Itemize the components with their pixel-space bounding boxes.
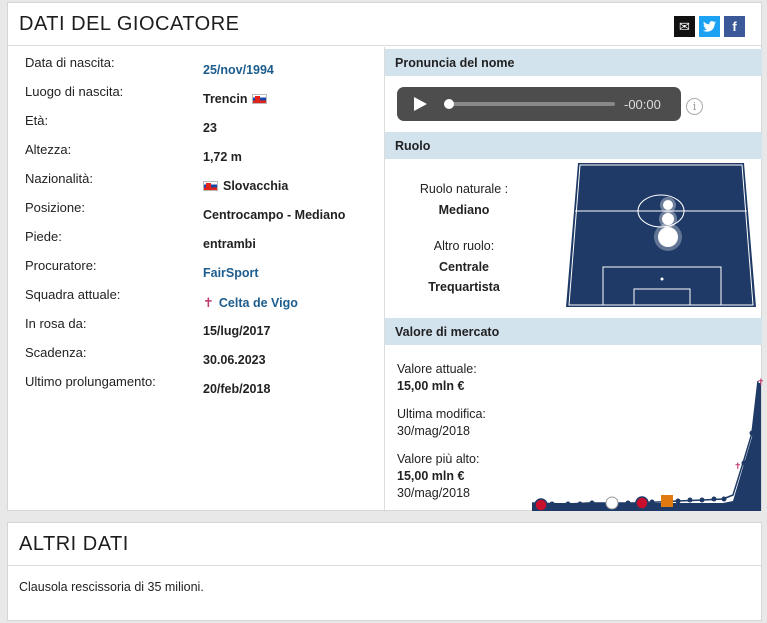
play-icon[interactable]: [414, 97, 427, 111]
audio-player: -00:00: [397, 87, 681, 121]
audio-time: -00:00: [624, 97, 661, 112]
facebook-share-icon[interactable]: f: [724, 16, 745, 37]
info-row: Squadra attuale: ✝ Celta de Vigo: [8, 279, 384, 310]
other-role-label: Altro ruolo:: [433, 239, 495, 253]
player-data-header: DATI DEL GIOCATORE ✉ f: [8, 3, 761, 46]
info-label: Ultimo prolungamento:: [25, 374, 156, 389]
market-value-area: [532, 383, 761, 511]
other-data-box: ALTRI DATI Clausola rescissoria di 35 mi…: [7, 522, 762, 621]
info-label: Squadra attuale:: [25, 287, 121, 302]
info-value: Trencin: [203, 92, 268, 106]
highest-value-date: 30/mag/2018: [397, 486, 470, 500]
info-label: Luogo di nascita:: [25, 84, 124, 99]
info-value-text: 23: [203, 121, 217, 135]
info-value[interactable]: FairSport: [203, 266, 259, 280]
info-value: 1,72 m: [203, 150, 242, 164]
email-share-icon[interactable]: ✉: [674, 16, 695, 37]
info-value-text: 30.06.2023: [203, 353, 266, 367]
info-row: Ultimo prolungamento: 20/feb/2018: [8, 366, 384, 396]
info-value: 15/lug/2017: [203, 324, 270, 338]
other-role-value-1: Centrale: [438, 260, 490, 274]
info-label: Altezza:: [25, 142, 72, 157]
other-data-title: ALTRI DATI: [19, 533, 129, 555]
info-label: Posizione:: [25, 200, 85, 215]
position-pitch-diagram: [566, 163, 756, 307]
info-row: Piede: entrambi: [8, 221, 384, 251]
info-value-text: 20/feb/2018: [203, 382, 271, 396]
audio-progress-knob[interactable]: [444, 99, 454, 109]
market-value-chart: ✝ ✝: [531, 378, 765, 511]
audio-progress-track[interactable]: [447, 102, 615, 106]
market-value-title: Valore di mercato: [395, 325, 500, 339]
market-value-line: [531, 380, 759, 505]
club-crest-icon: [661, 495, 673, 507]
info-label: Piede:: [25, 229, 62, 244]
info-row: Luogo di nascita: Trencin: [8, 76, 384, 106]
club-crest-icon: [534, 498, 548, 511]
info-label: In rosa da:: [25, 316, 87, 331]
info-row: Nazionalità: Slovacchia: [8, 163, 384, 193]
info-label: Scadenza:: [25, 345, 87, 360]
info-value-text: 15/lug/2017: [203, 324, 271, 338]
info-value: 20/feb/2018: [203, 382, 270, 396]
info-value-text: 25/nov/1994: [203, 63, 274, 77]
column-divider: [384, 47, 385, 512]
info-value-text: Slovacchia: [223, 179, 289, 193]
release-clause-text: Clausola rescissoria di 35 milioni.: [19, 580, 204, 594]
club-crest-icon: [605, 496, 619, 510]
info-value-text: Centrocampo - Mediano: [203, 208, 346, 222]
celta-crest-icon: ✝: [734, 462, 742, 472]
celta-crest-icon: ✝: [757, 378, 765, 388]
penalty-spot: [660, 277, 664, 281]
natural-role-value: Mediano: [438, 203, 490, 217]
info-value-text: FairSport: [203, 266, 259, 280]
current-value-label: Valore attuale:: [397, 362, 477, 376]
info-value-text: entrambi: [203, 237, 256, 251]
info-icon[interactable]: i: [686, 98, 703, 115]
slovakia-flag-icon: [203, 181, 218, 191]
info-value-text: Trencin: [203, 92, 248, 106]
pronunciation-title: Pronuncia del nome: [395, 56, 515, 70]
info-row: Età: 23: [8, 105, 384, 135]
info-label: Nazionalità:: [25, 171, 93, 186]
other-data-header: ALTRI DATI: [8, 523, 761, 566]
info-value: Slovacchia: [203, 179, 288, 193]
current-value: 15,00 mln €: [397, 379, 465, 393]
info-value: Centrocampo - Mediano: [203, 208, 345, 222]
other-role-value-2: Trequartista: [428, 280, 500, 294]
info-row: Posizione: Centrocampo - Mediano: [8, 192, 384, 222]
club-crest-icon: [635, 496, 649, 510]
info-label: Data di nascita:: [25, 55, 115, 70]
info-label: Età:: [25, 113, 49, 128]
role-header: Ruolo: [385, 132, 762, 159]
slovakia-flag-icon: [252, 94, 268, 104]
info-value[interactable]: 25/nov/1994: [203, 63, 274, 77]
highest-value: 15,00 mln €: [397, 469, 465, 483]
info-value-text: 1,72 m: [203, 150, 242, 164]
info-label: Procuratore:: [25, 258, 97, 273]
info-value: 23: [203, 121, 217, 135]
info-row: Procuratore: FairSport: [8, 250, 384, 280]
last-modified-date: 30/mag/2018: [397, 424, 470, 438]
twitter-share-icon[interactable]: [699, 16, 720, 37]
last-modified-label: Ultima modifica:: [397, 407, 486, 421]
info-value: entrambi: [203, 237, 256, 251]
market-value-points: [549, 430, 755, 507]
info-row: In rosa da: 15/lug/2017: [8, 308, 384, 338]
role-title: Ruolo: [395, 139, 431, 153]
highest-value-label: Valore più alto:: [397, 452, 480, 466]
info-row: Altezza: 1,72 m: [8, 134, 384, 164]
info-row: Data di nascita: 25/nov/1994: [8, 47, 384, 77]
info-row: Scadenza: 30.06.2023: [8, 337, 384, 367]
market-value-header: Valore di mercato: [385, 318, 762, 345]
club-crest-icons: ✝ ✝: [534, 378, 765, 511]
player-data-title: DATI DEL GIOCATORE: [19, 13, 240, 35]
pronunciation-header: Pronuncia del nome: [385, 49, 762, 76]
natural-role-label: Ruolo naturale :: [419, 182, 509, 196]
info-value: 30.06.2023: [203, 353, 266, 367]
player-data-box: DATI DEL GIOCATORE ✉ f Data di nascita: 2…: [7, 2, 765, 512]
